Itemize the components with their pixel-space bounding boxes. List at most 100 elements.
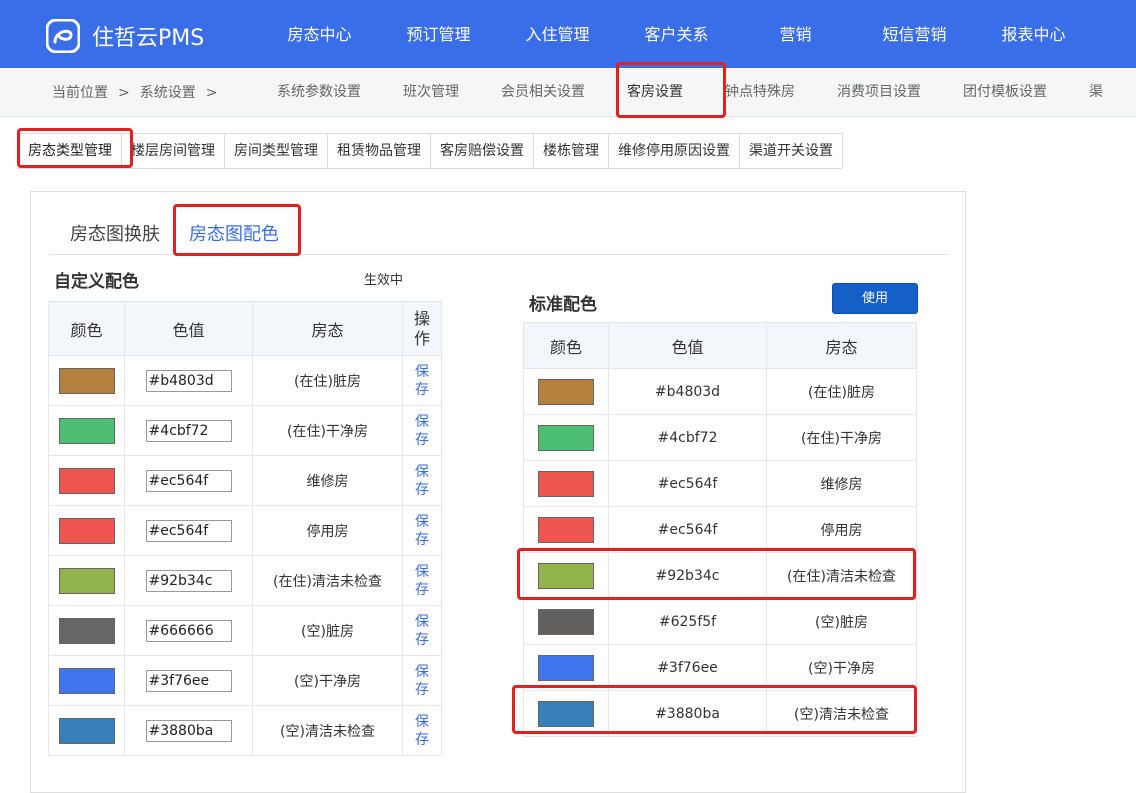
color-cell <box>48 705 125 756</box>
color-value: #ec564f <box>657 521 718 538</box>
save-link[interactable]: 保存 <box>415 463 429 499</box>
tab-building[interactable]: 楼栋管理 <box>533 133 609 168</box>
color-swatch <box>538 700 594 727</box>
save-link[interactable]: 保存 <box>415 613 429 649</box>
header-state: 房态 <box>766 322 917 369</box>
state-cell: 停用房 <box>766 506 917 553</box>
tab-compensation[interactable]: 客房赔偿设置 <box>430 133 534 168</box>
room-settings-tabs: 房态类型管理 楼层房间管理 房间类型管理 租赁物品管理 客房赔偿设置 楼栋管理 … <box>18 133 843 169</box>
subnav-member[interactable]: 会员相关设置 <box>480 68 606 116</box>
state-cell: (空)脏房 <box>766 598 917 645</box>
room-state: (空)清洁未检查 <box>794 706 889 723</box>
color-value: #3f76ee <box>657 659 718 676</box>
value-cell: #3f76ee <box>608 644 767 691</box>
table-row: (在住)脏房 保存 <box>48 355 442 406</box>
tab-repair-reasons[interactable]: 维修停用原因设置 <box>608 133 740 168</box>
color-value-input[interactable] <box>145 369 232 392</box>
color-cell <box>48 355 125 406</box>
value-cell <box>124 555 253 606</box>
table-row: (空)干净房 保存 <box>48 655 442 706</box>
subnav-shift[interactable]: 班次管理 <box>382 68 480 116</box>
color-cell <box>523 460 609 507</box>
topnav-marketing[interactable]: 营销 <box>736 0 855 68</box>
table-row: (空)清洁未检查 保存 <box>48 705 442 756</box>
value-cell: #ec564f <box>608 460 767 507</box>
action-cell: 保存 <box>402 505 442 556</box>
header-color: 颜色 <box>523 322 609 369</box>
top-nav: 房态中心 预订管理 入住管理 客户关系 营销 短信营销 报表中心 更 <box>260 0 1136 68</box>
header-state: 房态 <box>252 301 403 356</box>
logo-text: 住哲云PMS <box>92 26 205 51</box>
subnav-hourly-room[interactable]: 钟点特殊房 <box>704 68 816 116</box>
table-row: #ec564f 停用房 <box>523 506 917 553</box>
topnav-reports[interactable]: 报表中心 <box>974 0 1093 68</box>
color-swatch <box>538 424 594 451</box>
color-value-input[interactable] <box>145 619 232 642</box>
state-cell: (在住)清洁未检查 <box>766 552 917 599</box>
color-cell <box>48 405 125 456</box>
save-link[interactable]: 保存 <box>415 513 429 549</box>
action-cell: 保存 <box>402 705 442 756</box>
topnav-customer[interactable]: 客户关系 <box>617 0 736 68</box>
color-panel: 房态图换肤 房态图配色 自定义配色 生效中 标准配色 使用 颜色 色值 房态 操… <box>30 191 966 793</box>
subnav-room-settings[interactable]: 客房设置 <box>606 68 704 116</box>
subnav-group-template[interactable]: 团付模板设置 <box>942 68 1068 116</box>
state-cell: (空)脏房 <box>252 605 403 656</box>
use-button[interactable]: 使用 <box>832 283 918 314</box>
tab-channel-switch[interactable]: 渠道开关设置 <box>739 133 843 168</box>
value-cell <box>124 405 253 456</box>
action-cell: 保存 <box>402 555 442 606</box>
color-cell <box>48 505 125 556</box>
topnav-more[interactable]: 更 <box>1093 0 1136 68</box>
color-cell <box>523 598 609 645</box>
color-value-input[interactable] <box>145 469 232 492</box>
topnav-room-status[interactable]: 房态中心 <box>260 0 379 68</box>
room-state: (空)清洁未检查 <box>280 723 375 740</box>
color-value-input[interactable] <box>145 669 232 692</box>
table-row: #b4803d (在住)脏房 <box>523 368 917 415</box>
tab-rental-items[interactable]: 租赁物品管理 <box>327 133 431 168</box>
save-link[interactable]: 保存 <box>415 663 429 699</box>
color-value-input[interactable] <box>145 519 232 542</box>
color-cell <box>48 555 125 606</box>
subnav-channel[interactable]: 渠 <box>1068 68 1124 116</box>
top-header: 住哲云PMS 房态中心 预订管理 入住管理 客户关系 营销 短信营销 报表中心 … <box>0 0 1136 68</box>
header-action: 操作 <box>402 301 442 356</box>
color-value-input[interactable] <box>145 419 232 442</box>
tab-room-type[interactable]: 房间类型管理 <box>224 133 328 168</box>
save-link[interactable]: 保存 <box>415 363 429 399</box>
color-value-input[interactable] <box>145 569 232 592</box>
tab-skin[interactable]: 房态图换肤 <box>70 220 160 246</box>
custom-title: 自定义配色 <box>54 272 139 292</box>
table-row: (在住)干净房 保存 <box>48 405 442 456</box>
table-row: #4cbf72 (在住)干净房 <box>523 414 917 461</box>
color-cell <box>523 368 609 415</box>
room-state: (空)脏房 <box>301 623 354 640</box>
tab-room-status-type[interactable]: 房态类型管理 <box>18 133 122 168</box>
tab-color-scheme[interactable]: 房态图配色 <box>189 220 279 246</box>
color-cell <box>523 552 609 599</box>
topnav-checkin[interactable]: 入住管理 <box>498 0 617 68</box>
breadcrumb-separator: > <box>118 85 130 101</box>
save-link[interactable]: 保存 <box>415 713 429 749</box>
save-link[interactable]: 保存 <box>415 563 429 599</box>
subnav-consumption[interactable]: 消费项目设置 <box>816 68 942 116</box>
value-cell <box>124 655 253 706</box>
color-value-input[interactable] <box>145 719 232 742</box>
action-cell: 保存 <box>402 655 442 706</box>
color-value: #625f5f <box>658 613 717 630</box>
tab-floor-room[interactable]: 楼层房间管理 <box>121 133 225 168</box>
topnav-booking[interactable]: 预订管理 <box>379 0 498 68</box>
table-header-row: 颜色 色值 房态 <box>523 322 917 369</box>
save-link[interactable]: 保存 <box>415 413 429 449</box>
color-swatch <box>58 517 115 544</box>
logo[interactable]: 住哲云PMS <box>46 19 205 53</box>
breadcrumb-system-settings[interactable]: 系统设置 <box>140 85 196 101</box>
subnav-system-params[interactable]: 系统参数设置 <box>256 68 382 116</box>
color-swatch <box>538 608 594 635</box>
topnav-sms[interactable]: 短信营销 <box>855 0 974 68</box>
color-cell <box>48 605 125 656</box>
color-swatch <box>58 417 115 444</box>
state-cell: (在住)脏房 <box>766 368 917 415</box>
color-value: #4cbf72 <box>657 429 718 446</box>
